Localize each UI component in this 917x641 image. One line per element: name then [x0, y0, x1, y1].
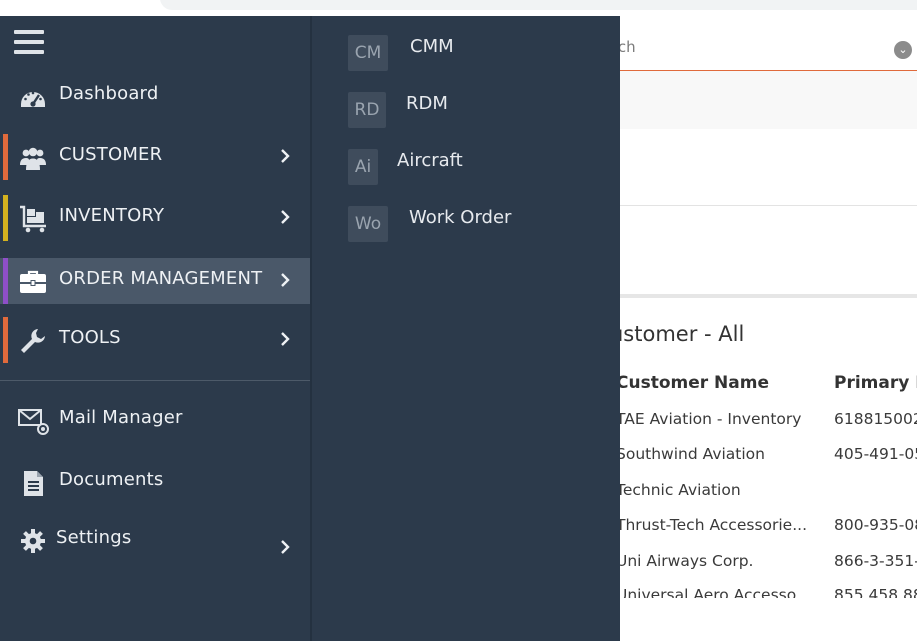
sidebar-item-customer[interactable]: CUSTOMER [0, 134, 310, 180]
table-cell: 618815002 [834, 410, 917, 428]
aircraft-badge-icon: Ai [348, 149, 378, 185]
list-title: ustomer - All [618, 322, 745, 346]
gear-icon [21, 529, 45, 553]
table-cell[interactable]: Universal Aero Accesso... [618, 586, 811, 598]
accent-bar [3, 317, 8, 363]
users-icon [20, 147, 46, 170]
sidebar-item-label: CUSTOMER [59, 144, 163, 165]
sidebar-item-label: Dashboard [59, 83, 159, 104]
dashboard-icon [21, 91, 45, 107]
sidebar-item-label: Documents [59, 469, 164, 490]
sidebar-divider [0, 380, 310, 381]
browser-top-strip [0, 0, 917, 16]
accent-bar [3, 258, 8, 304]
submenu-item-work-order[interactable]: Wo Work Order [348, 203, 608, 243]
sidebar-item-inventory[interactable]: INVENTORY [0, 195, 310, 241]
sidebar-item-label: Settings [56, 527, 132, 548]
sidebar-item-tools[interactable]: TOOLS [0, 317, 310, 363]
sidebar: Dashboard CUSTOMER INVENTORY ORDER MANAG… [0, 16, 310, 641]
sidebar-item-mail-manager[interactable]: Mail Manager [0, 397, 310, 443]
mail-at-icon [18, 409, 49, 435]
sidebar-item-label: Mail Manager [59, 407, 183, 428]
chevron-right-icon [281, 540, 290, 554]
table-cell[interactable]: Technic Aviation [618, 481, 741, 499]
cmm-badge-icon: CM [348, 35, 388, 71]
customer-list: ustomer - All Customer Name Primary P TA… [618, 16, 917, 598]
hamburger-icon[interactable] [14, 30, 44, 58]
table-cell[interactable]: TAE Aviation - Inventory [618, 410, 801, 428]
work-order-badge-icon: Wo [348, 206, 388, 242]
submenu-item-aircraft[interactable]: Ai Aircraft [348, 146, 608, 186]
chevron-right-icon [281, 332, 290, 346]
chevron-right-icon [281, 149, 290, 163]
sidebar-item-order-management[interactable]: ORDER MANAGEMENT [0, 258, 310, 304]
table-cell: 866-3-351-9 [834, 552, 917, 570]
document-icon [24, 471, 43, 496]
column-header-primary-phone[interactable]: Primary P [834, 373, 917, 393]
accent-bar [3, 195, 8, 241]
submenu-item-label: Aircraft [397, 150, 463, 171]
sidebar-item-label: ORDER MANAGEMENT [59, 268, 263, 289]
submenu-item-label: RDM [406, 93, 448, 114]
table-cell[interactable]: Thrust-Tech Accessorie... [618, 516, 807, 534]
sidebar-item-label: INVENTORY [59, 205, 165, 226]
table-cell[interactable]: Southwind Aviation [618, 445, 765, 463]
wrench-icon [21, 329, 45, 353]
submenu-item-rdm[interactable]: RD RDM [348, 89, 608, 129]
order-management-submenu: CM CMM RD RDM Ai Aircraft Wo Work Order [310, 16, 620, 641]
submenu-item-label: Work Order [409, 207, 512, 228]
address-bar[interactable] [160, 0, 917, 10]
accent-bar [3, 134, 8, 180]
table-cell[interactable]: Uni Airways Corp. [618, 552, 753, 570]
cart-icon [20, 205, 46, 233]
sidebar-item-settings[interactable]: Settings [0, 517, 310, 563]
table-cell: 405-491-05 [834, 445, 917, 463]
chevron-right-icon [281, 210, 290, 224]
sidebar-item-dashboard[interactable]: Dashboard [0, 73, 310, 119]
sidebar-item-documents[interactable]: Documents [0, 459, 310, 505]
sidebar-item-label: TOOLS [59, 327, 121, 348]
chevron-right-icon [281, 273, 290, 287]
column-header-customer-name[interactable]: Customer Name [618, 373, 769, 393]
briefcase-icon [20, 270, 46, 293]
table-cell: 855.458.88 [834, 586, 917, 598]
submenu-item-label: CMM [410, 36, 454, 57]
rdm-badge-icon: RD [348, 92, 386, 128]
submenu-item-cmm[interactable]: CM CMM [348, 32, 608, 72]
table-cell: 800-935-08 [834, 516, 917, 534]
